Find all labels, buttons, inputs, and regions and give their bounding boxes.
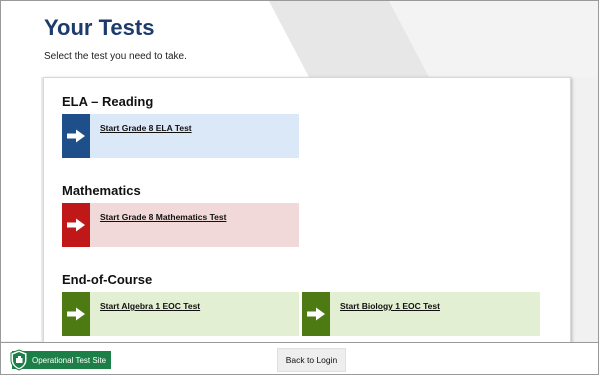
page-title: Your Tests <box>44 15 155 40</box>
test-button-label: Start Grade 8 Mathematics Test <box>100 212 227 222</box>
arrow-right-icon <box>62 114 90 158</box>
start-grade8-math-button[interactable]: Start Grade 8 Mathematics Test <box>62 203 299 247</box>
arrow-right-icon <box>62 292 90 336</box>
site-label: Operational Test Site <box>32 355 107 365</box>
page-subtitle: Select the test you need to take. <box>44 51 187 62</box>
test-button-label: Start Algebra 1 EOC Test <box>100 301 201 311</box>
test-button-label: Start Grade 8 ELA Test <box>100 123 192 133</box>
footer-bar: Operational Test Site Back to Login <box>1 342 598 374</box>
start-grade8-ela-button[interactable]: Start Grade 8 ELA Test <box>62 114 299 158</box>
shield-icon <box>9 349 29 371</box>
operational-site-badge: Operational Test Site <box>9 349 112 371</box>
arrow-right-icon <box>62 203 90 247</box>
arrow-right-icon <box>302 292 330 336</box>
section-title-ela: ELA – Reading <box>62 94 154 109</box>
app-window: Your Tests Select the test you need to t… <box>0 0 599 375</box>
section-title-math: Mathematics <box>62 183 141 198</box>
test-button-label: Start Biology 1 EOC Test <box>340 301 440 311</box>
start-algebra1-eoc-button[interactable]: Start Algebra 1 EOC Test <box>62 292 299 336</box>
back-to-login-button[interactable]: Back to Login <box>277 348 346 372</box>
tests-card: ELA – Reading Start Grade 8 ELA Test Mat… <box>43 77 571 347</box>
start-biology1-eoc-button[interactable]: Start Biology 1 EOC Test <box>302 292 540 336</box>
section-title-eoc: End-of-Course <box>62 272 153 287</box>
